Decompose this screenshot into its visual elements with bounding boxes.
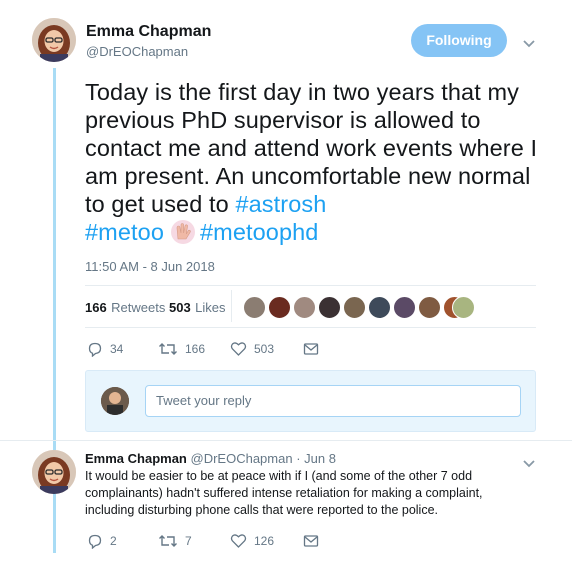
reply-text: It would be easier to be at peace with i…	[85, 469, 483, 517]
divider	[85, 285, 536, 286]
chevron-down-icon[interactable]	[522, 36, 536, 54]
like-count: 503	[254, 342, 275, 356]
divider	[0, 440, 572, 441]
reply-direct-message-action[interactable]	[303, 533, 326, 549]
liker-avatar[interactable]	[452, 296, 475, 319]
retweets-count: 166	[85, 300, 107, 315]
current-user-avatar[interactable]	[101, 387, 129, 415]
reply-action[interactable]: 34	[87, 341, 123, 357]
retweets-label: Retweets	[111, 300, 166, 315]
envelope-icon	[303, 343, 319, 355]
reply-date[interactable]: Jun 8	[304, 451, 336, 466]
heart-icon	[230, 342, 247, 356]
following-button[interactable]: Following	[411, 24, 507, 57]
reply-icon	[88, 342, 102, 357]
divider	[85, 327, 536, 328]
reply-composer: Tweet your reply	[85, 370, 536, 432]
author-handle[interactable]: @DrEOChapman	[86, 44, 188, 59]
reply-retweet-action[interactable]: 7	[158, 533, 192, 549]
liker-avatar[interactable]	[393, 296, 416, 319]
reply-header: Emma Chapman @DrEOChapman · Jun 8	[85, 451, 336, 466]
retweet-icon	[159, 343, 177, 355]
reply-author-name[interactable]: Emma Chapman	[85, 451, 187, 466]
like-action[interactable]: 503	[230, 341, 274, 357]
likes-label: Likes	[195, 300, 226, 315]
tweet-timestamp[interactable]: 11:50 AM - 8 Jun 2018	[85, 259, 215, 274]
liker-avatar[interactable]	[318, 296, 341, 319]
liker-avatar[interactable]	[418, 296, 441, 319]
stats-separator	[231, 290, 232, 322]
reply-count: 34	[110, 342, 124, 356]
reply-icon	[88, 534, 102, 549]
reply-like-action[interactable]: 126	[230, 533, 274, 549]
liker-avatar[interactable]	[368, 296, 391, 319]
reply-separator: ·	[296, 451, 301, 466]
reply-input[interactable]: Tweet your reply	[145, 385, 521, 417]
envelope-icon	[303, 535, 319, 547]
reply-author-handle[interactable]: @DrEOChapman	[191, 451, 293, 466]
likes-count: 503	[169, 300, 191, 315]
thread-line	[53, 68, 56, 457]
reply-chevron-down-icon[interactable]	[522, 456, 536, 474]
reply-reply-action[interactable]: 2	[87, 533, 117, 549]
retweets-stat[interactable]: 166 Retweets	[85, 299, 165, 317]
reply-retweet-count: 7	[185, 534, 192, 548]
liker-avatar[interactable]	[243, 296, 266, 319]
hashtag-metoo[interactable]: #metoo	[85, 219, 164, 245]
author-name[interactable]: Emma Chapman	[86, 23, 211, 41]
heart-icon	[230, 534, 247, 548]
liker-avatar[interactable]	[293, 296, 316, 319]
retweet-action[interactable]: 166	[158, 341, 205, 357]
liker-avatar[interactable]	[343, 296, 366, 319]
hashtag-metoophd[interactable]: #metoophd	[200, 219, 319, 245]
thread-line-lower	[53, 493, 56, 553]
direct-message-action[interactable]	[303, 341, 326, 357]
reply-like-count: 126	[254, 534, 275, 548]
retweet-count: 166	[185, 342, 206, 356]
reply-author-avatar[interactable]	[32, 450, 76, 494]
reply-reply-count: 2	[110, 534, 117, 548]
liker-avatar[interactable]	[268, 296, 291, 319]
raised-hands-emoji-icon	[170, 219, 196, 251]
retweet-icon	[159, 535, 177, 547]
tweet-text: Today is the first day in two years that…	[85, 78, 545, 251]
hashtag-astrosh[interactable]: #astrosh	[235, 191, 326, 217]
author-avatar[interactable]	[32, 18, 76, 62]
likes-stat[interactable]: 503 Likes	[169, 299, 226, 317]
